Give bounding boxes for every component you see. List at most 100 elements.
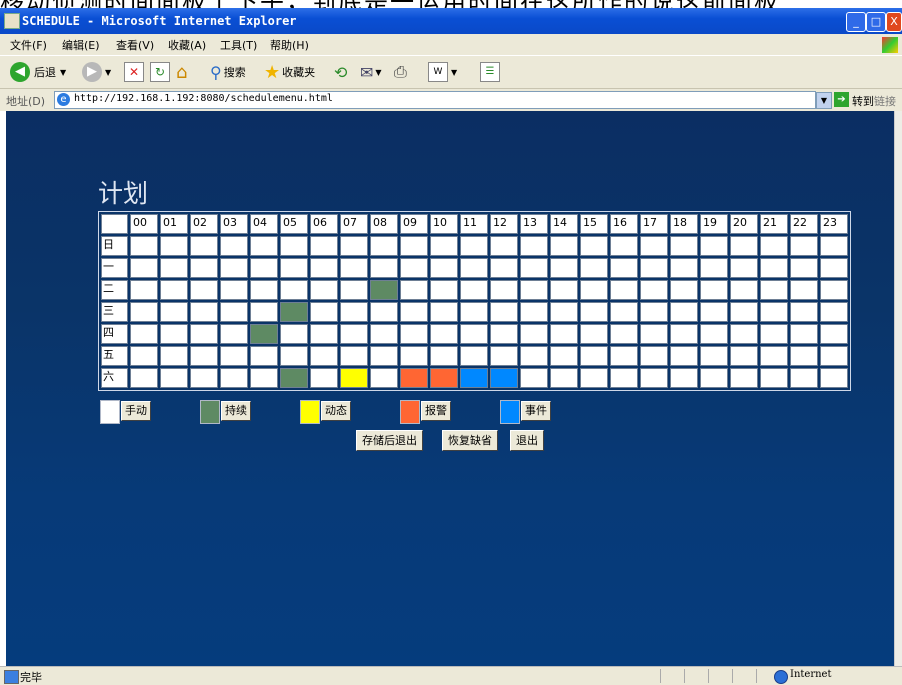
schedule-cell[interactable] (700, 324, 728, 344)
schedule-cell[interactable] (580, 236, 608, 256)
schedule-cell[interactable] (700, 236, 728, 256)
schedule-cell[interactable] (250, 258, 278, 278)
schedule-cell[interactable] (370, 258, 398, 278)
schedule-cell[interactable] (310, 302, 338, 322)
address-input[interactable]: e http://192.168.1.192:8080/schedulemenu… (54, 91, 816, 109)
schedule-cell[interactable] (370, 368, 398, 388)
schedule-cell[interactable] (520, 368, 548, 388)
schedule-cell[interactable] (220, 258, 248, 278)
schedule-cell[interactable] (310, 258, 338, 278)
schedule-cell[interactable] (730, 368, 758, 388)
schedule-cell[interactable] (640, 280, 668, 300)
schedule-cell[interactable] (400, 280, 428, 300)
links-button[interactable]: 链接 (874, 93, 896, 109)
mode-event-button[interactable]: 事件 (521, 401, 551, 421)
address-dropdown-button[interactable]: ▼ (816, 92, 832, 109)
schedule-cell[interactable] (520, 346, 548, 366)
menu-file[interactable]: 文件(F) (10, 37, 47, 53)
schedule-cell[interactable] (580, 346, 608, 366)
schedule-cell[interactable] (430, 368, 458, 388)
schedule-cell[interactable] (220, 302, 248, 322)
schedule-cell[interactable] (250, 346, 278, 366)
schedule-cell[interactable] (730, 280, 758, 300)
schedule-cell[interactable] (640, 236, 668, 256)
schedule-cell[interactable] (190, 258, 218, 278)
schedule-cell[interactable] (790, 258, 818, 278)
schedule-cell[interactable] (310, 236, 338, 256)
menu-edit[interactable]: 编辑(E) (62, 37, 100, 53)
schedule-cell[interactable] (400, 346, 428, 366)
schedule-cell[interactable] (400, 236, 428, 256)
stop-button[interactable]: ✕ (124, 61, 144, 83)
schedule-cell[interactable] (340, 236, 368, 256)
schedule-cell[interactable] (190, 324, 218, 344)
schedule-cell[interactable] (370, 302, 398, 322)
schedule-cell[interactable] (160, 258, 188, 278)
schedule-cell[interactable] (340, 302, 368, 322)
schedule-cell[interactable] (640, 368, 668, 388)
schedule-cell[interactable] (370, 324, 398, 344)
schedule-cell[interactable] (370, 280, 398, 300)
schedule-cell[interactable] (220, 236, 248, 256)
schedule-cell[interactable] (610, 324, 638, 344)
schedule-cell[interactable] (430, 302, 458, 322)
schedule-cell[interactable] (160, 346, 188, 366)
schedule-cell[interactable] (670, 258, 698, 278)
schedule-cell[interactable] (790, 302, 818, 322)
schedule-cell[interactable] (220, 324, 248, 344)
schedule-cell[interactable] (670, 346, 698, 366)
menu-help[interactable]: 帮助(H) (270, 37, 309, 53)
schedule-cell[interactable] (760, 368, 788, 388)
schedule-cell[interactable] (520, 236, 548, 256)
schedule-cell[interactable] (280, 368, 308, 388)
schedule-cell[interactable] (280, 280, 308, 300)
print-button[interactable]: ⎙ (394, 61, 407, 83)
schedule-cell[interactable] (580, 258, 608, 278)
schedule-cell[interactable] (400, 258, 428, 278)
schedule-cell[interactable] (280, 346, 308, 366)
schedule-cell[interactable] (520, 280, 548, 300)
schedule-cell[interactable] (550, 346, 578, 366)
schedule-cell[interactable] (640, 258, 668, 278)
schedule-cell[interactable] (820, 258, 848, 278)
schedule-cell[interactable] (760, 324, 788, 344)
schedule-cell[interactable] (640, 302, 668, 322)
schedule-cell[interactable] (820, 280, 848, 300)
schedule-cell[interactable] (640, 346, 668, 366)
schedule-cell[interactable] (310, 280, 338, 300)
schedule-cell[interactable] (280, 302, 308, 322)
schedule-cell[interactable] (190, 346, 218, 366)
schedule-cell[interactable] (310, 324, 338, 344)
schedule-cell[interactable] (430, 236, 458, 256)
schedule-cell[interactable] (460, 324, 488, 344)
schedule-cell[interactable] (160, 324, 188, 344)
schedule-cell[interactable] (610, 346, 638, 366)
schedule-cell[interactable] (730, 324, 758, 344)
schedule-cell[interactable] (130, 258, 158, 278)
schedule-cell[interactable] (730, 258, 758, 278)
edit-button[interactable]: W ▼ (428, 61, 457, 83)
schedule-cell[interactable] (430, 258, 458, 278)
schedule-cell[interactable] (580, 302, 608, 322)
restore-default-button[interactable]: 恢复缺省 (442, 430, 498, 451)
schedule-cell[interactable] (820, 324, 848, 344)
schedule-cell[interactable] (550, 258, 578, 278)
go-arrow-icon[interactable]: ➔ (834, 92, 849, 107)
schedule-cell[interactable] (190, 302, 218, 322)
schedule-cell[interactable] (610, 368, 638, 388)
schedule-cell[interactable] (670, 324, 698, 344)
schedule-cell[interactable] (610, 280, 638, 300)
schedule-cell[interactable] (250, 280, 278, 300)
schedule-cell[interactable] (730, 302, 758, 322)
schedule-cell[interactable] (250, 324, 278, 344)
schedule-cell[interactable] (190, 368, 218, 388)
schedule-cell[interactable] (700, 280, 728, 300)
schedule-cell[interactable] (250, 368, 278, 388)
schedule-cell[interactable] (790, 280, 818, 300)
schedule-cell[interactable] (460, 368, 488, 388)
schedule-cell[interactable] (370, 346, 398, 366)
mode-motion-button[interactable]: 动态 (321, 401, 351, 421)
schedule-cell[interactable] (130, 324, 158, 344)
schedule-cell[interactable] (730, 236, 758, 256)
schedule-cell[interactable] (430, 280, 458, 300)
